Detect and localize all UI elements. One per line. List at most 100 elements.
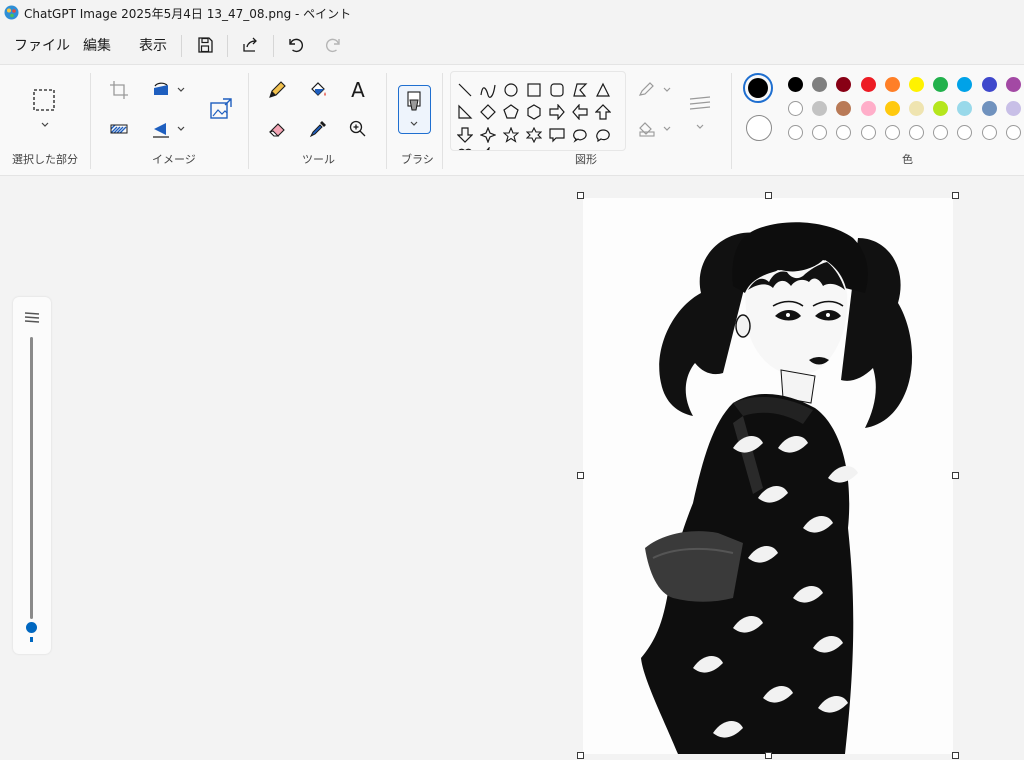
color-swatch[interactable] (836, 101, 852, 116)
color-swatch[interactable] (836, 77, 852, 92)
shape-oval[interactable] (501, 80, 521, 100)
color-swatch[interactable] (884, 77, 900, 92)
shape-six-point-star[interactable] (524, 125, 544, 145)
select-button[interactable] (29, 85, 59, 115)
undo-button[interactable] (281, 31, 309, 59)
outline-button[interactable] (632, 76, 662, 106)
resize-handle-bottom-right[interactable] (952, 752, 959, 759)
custom-color-slot[interactable] (836, 125, 852, 140)
save-button[interactable] (191, 31, 219, 59)
resize-button[interactable] (104, 114, 134, 144)
shape-oval-callout[interactable] (570, 125, 590, 145)
shape-right-arrow[interactable] (547, 102, 567, 122)
custom-color-slot[interactable] (884, 125, 900, 140)
crop-icon (110, 81, 128, 99)
shape-hexagon[interactable] (524, 102, 544, 122)
color-swatch[interactable] (860, 77, 876, 92)
pencil-button[interactable] (262, 75, 292, 105)
color-swatch[interactable] (812, 101, 828, 116)
chevron-down-icon[interactable] (662, 86, 672, 94)
menu-view[interactable]: 表示 (139, 35, 167, 55)
custom-color-slot[interactable] (1005, 125, 1021, 140)
color-picker-button[interactable] (303, 114, 333, 144)
menu-divider (273, 35, 274, 57)
shape-lightning[interactable] (478, 145, 498, 150)
crop-button[interactable] (104, 75, 134, 105)
brush-button[interactable] (398, 85, 431, 134)
custom-color-slot[interactable] (788, 125, 803, 140)
resize-handle-bottom[interactable] (765, 752, 772, 759)
color-swatch[interactable] (957, 77, 973, 92)
color-swatch[interactable] (1005, 101, 1021, 116)
color-swatch[interactable] (909, 77, 924, 92)
shape-right-triangle[interactable] (455, 102, 475, 122)
shape-triangle[interactable] (593, 80, 613, 100)
custom-color-slot[interactable] (812, 125, 828, 140)
color-swatch[interactable] (933, 77, 949, 92)
shape-rect-callout[interactable] (547, 125, 567, 145)
magnifier-button[interactable] (343, 114, 373, 144)
custom-color-slot[interactable] (981, 125, 997, 140)
right-triangle-icon (458, 104, 473, 119)
fill-button[interactable] (303, 75, 333, 105)
eraser-button[interactable] (262, 114, 292, 144)
color-swatch[interactable] (981, 101, 997, 116)
shape-down-arrow[interactable] (455, 125, 475, 145)
shape-left-arrow[interactable] (570, 102, 590, 122)
shape-line[interactable] (455, 80, 475, 100)
chevron-down-icon[interactable] (176, 125, 186, 133)
shape-four-point-star[interactable] (478, 125, 498, 145)
color-swatch[interactable] (884, 101, 900, 116)
shape-diamond[interactable] (478, 102, 498, 122)
text-button[interactable]: A (343, 75, 373, 105)
color-swatch[interactable] (957, 101, 973, 116)
custom-color-slot[interactable] (957, 125, 973, 140)
menu-edit[interactable]: 編集 (83, 35, 111, 55)
shape-heart[interactable] (455, 145, 475, 150)
resize-handle-top-right[interactable] (952, 192, 959, 199)
shape-five-point-star[interactable] (501, 125, 521, 145)
brush-icon (407, 91, 421, 111)
shape-curve[interactable] (478, 80, 498, 100)
rotate-button[interactable] (146, 75, 176, 105)
shape-rectangle[interactable] (524, 80, 544, 100)
custom-color-slot[interactable] (933, 125, 949, 140)
color-swatch[interactable] (860, 101, 876, 116)
oval-callout-icon (573, 129, 587, 143)
color-swatch[interactable] (788, 77, 803, 92)
zoom-slider-track[interactable] (30, 337, 33, 619)
color-swatch[interactable] (933, 101, 949, 116)
shape-polygon[interactable] (570, 80, 590, 100)
shape-pentagon[interactable] (501, 102, 521, 122)
drawing-canvas[interactable] (583, 198, 953, 754)
image-properties-button[interactable] (206, 94, 236, 124)
resize-handle-top-left[interactable] (577, 192, 584, 199)
resize-handle-bottom-left[interactable] (577, 752, 584, 759)
shape-cloud-callout[interactable] (593, 125, 613, 145)
custom-color-slot[interactable] (860, 125, 876, 140)
custom-color-slot[interactable] (909, 125, 924, 140)
redo-button[interactable] (320, 31, 348, 59)
shape-fill-button[interactable] (632, 114, 662, 144)
primary-color-button[interactable] (743, 73, 773, 103)
resize-handle-top[interactable] (765, 192, 772, 199)
line-size-button[interactable] (686, 89, 716, 119)
secondary-color-button[interactable] (746, 115, 772, 141)
shape-rounded-rectangle[interactable] (547, 80, 567, 100)
share-button[interactable] (236, 31, 264, 59)
color-swatch[interactable] (981, 77, 997, 92)
color-swatch[interactable] (1005, 77, 1021, 92)
color-swatch[interactable] (788, 101, 803, 116)
resize-handle-left[interactable] (577, 472, 584, 479)
chevron-down-icon[interactable] (662, 125, 672, 133)
chevron-down-icon[interactable] (695, 123, 705, 131)
chevron-down-icon[interactable] (176, 86, 186, 94)
chevron-down-icon[interactable] (40, 121, 50, 129)
color-swatch[interactable] (812, 77, 828, 92)
resize-handle-right[interactable] (952, 472, 959, 479)
flip-button[interactable] (146, 114, 176, 144)
menu-file[interactable]: ファイル (14, 35, 70, 55)
shape-up-arrow[interactable] (593, 102, 613, 122)
zoom-slider-thumb[interactable] (26, 622, 37, 633)
color-swatch[interactable] (909, 101, 924, 116)
